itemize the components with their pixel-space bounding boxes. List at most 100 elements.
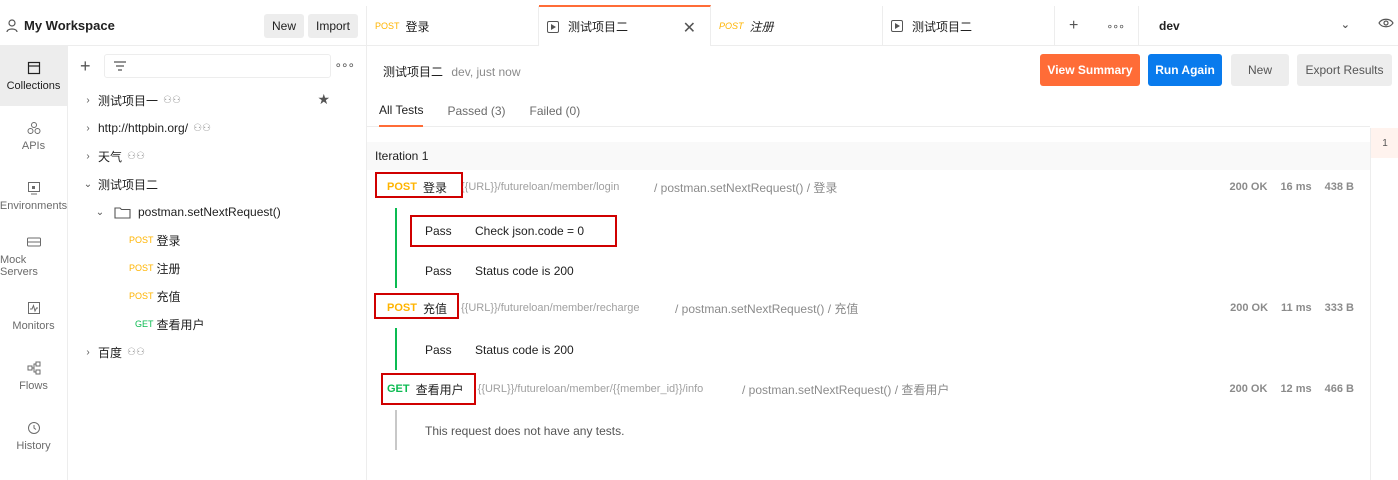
rail-collections[interactable]: Collections xyxy=(0,46,67,106)
export-results-button[interactable]: Export Results xyxy=(1297,54,1392,86)
tree-collection[interactable]: › 天气 ⚇⚇ xyxy=(68,142,366,170)
highlight-box xyxy=(374,293,459,319)
chevron-right-icon: › xyxy=(86,346,90,358)
more-icon[interactable]: ∘∘∘ xyxy=(1106,20,1125,33)
shared-icon: ⚇⚇ xyxy=(127,346,145,358)
folder-icon xyxy=(114,206,131,219)
rail-label: Collections xyxy=(6,79,61,92)
eye-icon[interactable] xyxy=(1378,17,1394,32)
rail-mock-servers[interactable]: Mock Servers xyxy=(0,226,67,286)
tab-label: 登录 xyxy=(405,19,430,34)
response-status: 200 OK xyxy=(1229,181,1268,193)
collection-label: 测试项目二 xyxy=(98,177,159,192)
request-result-row[interactable]: POST 登录 {{URL}}/futureloan/member/login … xyxy=(367,172,1370,201)
rail-history[interactable]: History xyxy=(0,406,67,466)
highlight-box xyxy=(381,373,476,405)
response-time: 11 ms xyxy=(1281,302,1312,314)
request-stats: 200 OK 11 ms 333 B xyxy=(1230,302,1354,314)
tab-register[interactable]: POST 注册 xyxy=(711,6,883,46)
test-status: Pass xyxy=(425,264,452,278)
history-icon xyxy=(27,421,40,434)
tree-request[interactable]: POST 注册 xyxy=(68,254,366,282)
tab-all-tests[interactable]: All Tests xyxy=(379,94,424,127)
test-status: Pass xyxy=(425,343,452,357)
tab-runner-active[interactable]: 测试项目二 ✕ xyxy=(539,5,711,46)
tab-label: 测试项目二 xyxy=(912,19,973,34)
environment-selector[interactable]: dev ⌄ xyxy=(1139,6,1398,45)
response-status: 200 OK xyxy=(1229,383,1268,395)
results-list: Iteration 1 POST 登录 {{URL}}/futureloan/m… xyxy=(367,128,1370,480)
tab-passed[interactable]: Passed (3) xyxy=(447,94,505,127)
tab-login[interactable]: POST 登录 xyxy=(367,6,539,46)
star-icon[interactable]: ★ xyxy=(317,91,330,108)
workspace-header: My Workspace New Import xyxy=(0,6,367,46)
tab-method: POST xyxy=(375,21,400,31)
tree-collection[interactable]: ⌄ 测试项目二 xyxy=(68,170,366,198)
request-url: {{URL}}/futureloan/member/recharge xyxy=(460,302,640,314)
sidebar-rail: Collections APIs Environments Mock Serve… xyxy=(0,46,68,480)
test-message: Status code is 200 xyxy=(475,264,574,278)
view-summary-button[interactable]: View Summary xyxy=(1040,54,1140,86)
filter-icon xyxy=(114,61,126,71)
request-stats: 200 OK 12 ms 466 B xyxy=(1230,383,1354,395)
rail-flows[interactable]: Flows xyxy=(0,346,67,406)
iteration-band xyxy=(367,142,1370,170)
apis-icon xyxy=(27,121,40,134)
tab-label: 测试项目二 xyxy=(568,20,629,34)
request-method: POST xyxy=(129,235,154,245)
tab-bar: POST 登录 测试项目二 ✕ POST 注册 测试项目二 + ∘∘∘ dev … xyxy=(367,5,1398,46)
workspace-title[interactable]: My Workspace xyxy=(24,18,115,33)
rail-environments[interactable]: Environments xyxy=(0,166,67,226)
monitors-icon xyxy=(27,301,40,314)
rail-label: Flows xyxy=(19,379,48,392)
request-result-row[interactable]: POST 充值 {{URL}}/futureloan/member/rechar… xyxy=(367,293,1370,322)
rail-monitors[interactable]: Monitors xyxy=(0,286,67,346)
tab-label: 注册 xyxy=(749,19,774,34)
test-message: Check json.code = 0 xyxy=(475,224,585,238)
request-label: 注册 xyxy=(156,261,181,276)
new-run-button[interactable]: New xyxy=(1231,54,1289,86)
request-result-row[interactable]: GET 查看用户 {{URL}}/futureloan/member/{{mem… xyxy=(367,373,1370,405)
tab-failed[interactable]: Failed (0) xyxy=(530,94,581,127)
filter-input[interactable] xyxy=(104,54,331,78)
import-button[interactable]: Import xyxy=(308,14,359,38)
run-name: 测试项目二 xyxy=(383,65,444,79)
tree-collection[interactable]: › 百度 ⚇⚇ xyxy=(68,338,366,366)
rail-label: Monitors xyxy=(12,319,55,332)
iteration-marker[interactable]: 1 xyxy=(1371,128,1398,158)
more-icon[interactable]: ∘∘∘ xyxy=(334,58,355,72)
request-path: / postman.setNextRequest() / 查看用户 xyxy=(742,382,950,397)
add-icon[interactable]: + xyxy=(80,56,100,77)
results-tabs: All Tests Passed (3) Failed (0) xyxy=(367,94,1370,127)
tree-collection[interactable]: › http://httpbin.org/ ⚇⚇ xyxy=(68,114,366,142)
new-button[interactable]: New xyxy=(264,14,305,38)
rail-apis[interactable]: APIs xyxy=(0,106,67,166)
request-label: 登录 xyxy=(156,233,181,248)
request-path: / postman.setNextRequest() / 充值 xyxy=(675,301,859,316)
request-stats: 200 OK 16 ms 438 B xyxy=(1230,181,1354,193)
run-title: 测试项目二 dev, just now xyxy=(383,63,521,80)
tree-folder[interactable]: ⌄ postman.setNextRequest() xyxy=(68,198,366,226)
tree-request[interactable]: POST 登录 xyxy=(68,226,366,254)
tab-runner[interactable]: 测试项目二 xyxy=(883,6,1055,46)
rail-label: APIs xyxy=(21,139,46,152)
folder-label: postman.setNextRequest() xyxy=(138,205,281,219)
close-icon[interactable]: ✕ xyxy=(683,18,696,38)
response-size: 333 B xyxy=(1324,302,1354,314)
response-size: 438 B xyxy=(1324,181,1354,193)
test-result: Pass Check json.code = 0 xyxy=(425,221,584,241)
run-again-button[interactable]: Run Again xyxy=(1148,54,1222,86)
flows-icon xyxy=(27,361,40,374)
chevron-right-icon: › xyxy=(86,122,90,134)
highlight-box xyxy=(375,172,463,198)
plus-icon[interactable]: + xyxy=(1069,17,1078,35)
test-result: This request does not have any tests. xyxy=(425,421,624,441)
tree-request[interactable]: GET 查看用户 xyxy=(68,310,366,338)
tree-collection[interactable]: › 测试项目一 ⚇⚇ ★ xyxy=(68,86,366,114)
environment-name: dev xyxy=(1159,18,1180,33)
tree-toolbar: + ∘∘∘ xyxy=(68,46,366,86)
runner-results-panel: 测试项目二 dev, just now View Summary Run Aga… xyxy=(367,46,1398,480)
response-time: 12 ms xyxy=(1280,383,1312,395)
rail-label: History xyxy=(16,439,51,452)
tree-request[interactable]: POST 充值 xyxy=(68,282,366,310)
